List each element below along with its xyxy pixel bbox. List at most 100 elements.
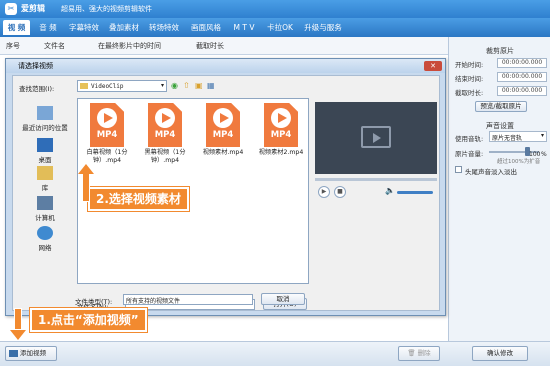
stop-button[interactable]: ■ — [334, 186, 346, 198]
track-select-value: 原片无音轨 — [492, 135, 523, 142]
film-add-icon — [9, 349, 18, 357]
clip-list-header: 序号 文件名 在最终影片中的时间 截取时长 — [0, 37, 448, 55]
volume-unit: % — [541, 151, 547, 158]
col-index: 序号 — [6, 42, 20, 50]
lookin-label: 查找范围(I): — [19, 85, 55, 93]
close-icon[interactable]: ✕ — [424, 61, 442, 71]
dialog-title-bar: 请选择视频 ✕ — [6, 59, 445, 73]
delete-button[interactable]: 🗑 删除 — [398, 346, 440, 361]
computer-icon — [37, 196, 53, 210]
col-filename: 文件名 — [44, 42, 65, 50]
filetype-value: 所有支持的视频文件 — [126, 298, 181, 305]
end-time-field[interactable]: 00:00:00.000 — [497, 72, 547, 82]
right-panel: 裁剪原片 开始时间: 00:00:00.000 结束时间: 00:00:00.0… — [448, 37, 550, 341]
file-item[interactable]: MP4 白幕视频（1分钟）.mp4 — [80, 103, 134, 165]
filetype-label: 文件类型(T): — [75, 298, 113, 306]
volume-label: 原片音量: — [455, 150, 484, 158]
fade-label: 头尾声音淡入淡出 — [465, 168, 517, 176]
place-network-label: 网络 — [38, 244, 52, 252]
lookin-value: VideoClip — [91, 83, 124, 90]
add-video-label: 添加视频 — [20, 349, 46, 357]
app-logo-icon: ✂ — [5, 3, 17, 15]
fade-checkbox[interactable] — [455, 166, 462, 173]
arrow-up-icon — [82, 172, 90, 202]
arrow-up-head — [78, 164, 94, 174]
desktop-icon — [37, 138, 53, 152]
clip-section-title: 裁剪原片 — [486, 47, 514, 55]
tab-overlay[interactable]: 叠加素材 — [105, 20, 143, 35]
cancel-button[interactable]: 取消 — [261, 293, 305, 305]
place-network[interactable]: 网络 — [15, 226, 75, 252]
mp4-file-icon: MP4 — [264, 103, 298, 147]
film-icon — [361, 126, 391, 148]
folder-icon — [80, 83, 88, 89]
preview-volume-slider[interactable] — [397, 191, 433, 194]
main-tab-bar: 视 频 音 频 字幕特效 叠加素材 转场特效 画面风格 M T V 卡拉OK 升… — [0, 18, 550, 37]
tab-subtitle[interactable]: 字幕特效 — [65, 20, 103, 35]
step2-callout: 2.选择视频素材 — [87, 186, 190, 212]
video-preview — [315, 102, 437, 174]
library-icon — [37, 166, 53, 180]
tab-karaoke[interactable]: 卡拉OK — [262, 20, 298, 35]
mp4-file-icon: MP4 — [90, 103, 124, 147]
place-library-label: 库 — [41, 184, 49, 192]
app-name: 爱剪辑 — [21, 4, 45, 13]
track-label: 使用音轨: — [455, 135, 484, 143]
volume-icon: 🔈 — [385, 186, 395, 195]
recent-icon — [37, 106, 53, 120]
place-recent-label: 最近访问的位置 — [22, 124, 68, 132]
tab-transition[interactable]: 转场特效 — [145, 20, 183, 35]
sound-section-title: 声音设置 — [486, 122, 514, 130]
tab-audio[interactable]: 音 频 — [33, 20, 63, 35]
place-recent[interactable]: 最近访问的位置 — [15, 106, 75, 132]
file-item[interactable]: MP4 视频素材.mp4 — [196, 103, 250, 157]
place-desktop[interactable]: 桌面 — [15, 138, 75, 164]
preview-seek-bar[interactable] — [315, 178, 437, 181]
file-name: 视频素材2.mp4 — [258, 149, 304, 156]
volume-hint: 超过100%为扩音 — [497, 159, 541, 165]
trash-icon: 🗑 — [407, 349, 416, 357]
place-library[interactable]: 库 — [15, 166, 75, 192]
file-name: 黑幕视频（1分钟）.mp4 — [144, 149, 186, 164]
arrow-down-head — [10, 330, 26, 340]
file-item[interactable]: MP4 视频素材2.mp4 — [254, 103, 308, 157]
start-time-label: 开始时间: — [455, 61, 484, 69]
back-icon[interactable]: ◉ — [171, 81, 178, 90]
bottom-toolbar: 添加视频 🗑 删除 确认修改 — [0, 341, 550, 366]
chevron-down-icon: ▾ — [540, 132, 544, 139]
track-select[interactable]: 原片无音轨 ▾ — [489, 131, 547, 142]
col-duration: 截取时长 — [196, 42, 224, 50]
place-computer[interactable]: 计算机 — [15, 196, 75, 222]
place-desktop-label: 桌面 — [38, 156, 52, 164]
col-final-time: 在最终影片中的时间 — [98, 42, 161, 50]
tab-upgrade[interactable]: 升级与服务 — [301, 20, 345, 35]
step1-text: 1.点击“添加视频” — [38, 313, 139, 327]
preview-clip-button[interactable]: 预览/截取原片 — [475, 101, 527, 112]
add-video-button[interactable]: 添加视频 — [5, 346, 57, 361]
new-folder-icon[interactable]: ▣ — [195, 81, 203, 90]
file-name: 视频素材.mp4 — [202, 149, 244, 156]
tab-video[interactable]: 视 频 — [3, 20, 30, 35]
confirm-edit-button[interactable]: 确认修改 — [472, 346, 528, 361]
tab-mtv[interactable]: M T V — [229, 20, 259, 35]
filetype-select[interactable]: 所有支持的视频文件 — [123, 294, 253, 305]
tab-style[interactable]: 画面风格 — [187, 20, 225, 35]
lookin-select[interactable]: VideoClip ▾ — [77, 80, 167, 92]
chevron-down-icon: ▾ — [160, 82, 164, 89]
mp4-file-icon: MP4 — [206, 103, 240, 147]
dialog-title: 请选择视频 — [18, 62, 53, 70]
start-time-field[interactable]: 00:00:00.000 — [497, 58, 547, 68]
file-name: 白幕视频（1分钟）.mp4 — [86, 149, 128, 164]
delete-label: 删除 — [417, 349, 431, 357]
place-computer-label: 计算机 — [35, 214, 55, 222]
mp4-file-icon: MP4 — [148, 103, 182, 147]
duration-field[interactable]: 00:00:00.000 — [497, 86, 547, 96]
play-button[interactable]: ▶ — [318, 186, 330, 198]
view-menu-icon[interactable]: ▦ — [207, 81, 215, 90]
up-folder-icon[interactable]: ⇧ — [183, 81, 190, 90]
dialog-body: 查找范围(I): VideoClip ▾ ◉ ⇧ ▣ ▦ 最近访问的位置 桌面 … — [12, 75, 440, 311]
duration-label: 截取时长: — [455, 89, 484, 97]
file-item[interactable]: MP4 黑幕视频（1分钟）.mp4 — [138, 103, 192, 165]
arrow-down-icon — [14, 308, 22, 330]
title-bar: ✂ 爱剪辑 超易用、强大的视频剪辑软件 — [0, 0, 550, 18]
